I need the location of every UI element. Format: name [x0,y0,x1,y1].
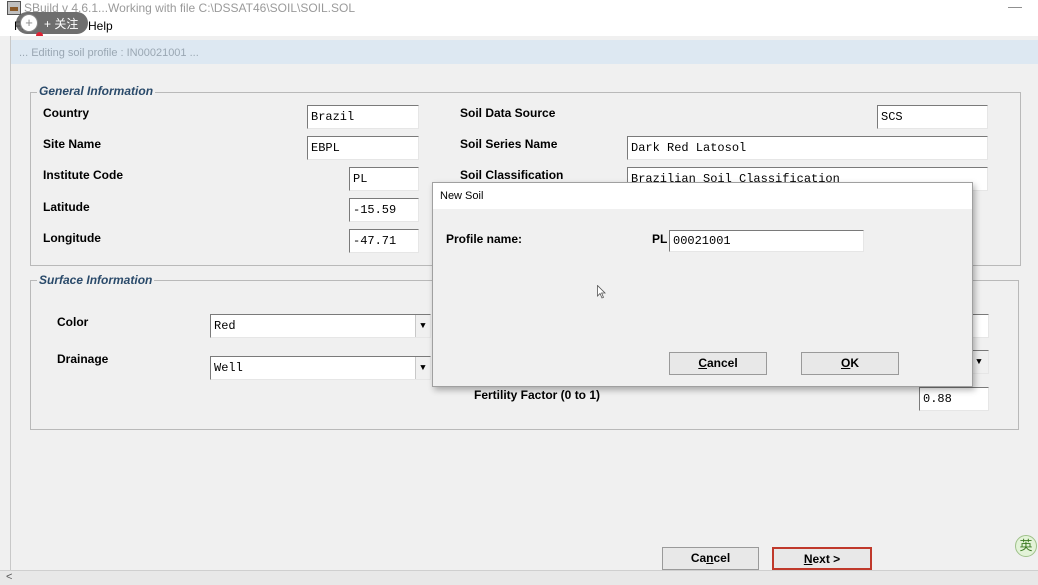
ime-language-icon[interactable]: 英 [1015,535,1037,557]
soil-classification-label: Soil Classification [460,168,564,182]
drainage-value: Well [214,361,243,375]
color-value: Red [214,319,236,333]
longitude-label: Longitude [43,231,101,245]
soil-series-name-field[interactable]: Dark Red Latosol [627,136,988,160]
soil-series-name-label: Soil Series Name [460,137,558,151]
fertility-factor-label: Fertility Factor (0 to 1) [474,388,601,402]
next-button[interactable]: Next > [772,547,872,570]
dialog-title: New Soil [440,190,484,202]
drainage-combo[interactable]: Well ▼ [210,356,431,380]
surface-information-legend: Surface Information [37,273,155,287]
color-label: Color [57,315,89,329]
mouse-cursor-icon [597,285,606,299]
dialog-title-bar [433,183,972,209]
institute-code-field[interactable]: PL [349,167,419,191]
latitude-label: Latitude [43,200,90,214]
editing-profile-header: ... Editing soil profile : IN00021001 ..… [19,47,199,59]
fertility-factor-field[interactable]: 0.88 [919,387,989,411]
drainage-label: Drainage [57,352,109,366]
dialog-cancel-button[interactable]: Cancel [669,352,767,375]
app-icon [7,1,21,15]
profile-prefix: PL [652,232,668,246]
new-soil-dialog: New Soil Profile name: PL 00021001 Cance… [432,182,973,387]
country-label: Country [43,106,89,120]
institute-code-label: Institute Code [43,168,123,182]
country-field[interactable]: Brazil [307,105,419,129]
longitude-field[interactable]: -47.71 [349,229,419,253]
profile-name-input[interactable]: 00021001 [669,230,864,252]
soil-data-source-field[interactable]: SCS [877,105,988,129]
site-name-label: Site Name [43,137,102,151]
color-combo[interactable]: Red ▼ [210,314,431,338]
profile-name-label: Profile name: [446,232,523,246]
chevron-down-icon[interactable]: ▼ [415,357,430,379]
cancel-button[interactable]: Cancel [662,547,759,570]
dialog-ok-button[interactable]: OK [801,352,899,375]
menu-bar [0,18,1038,36]
horizontal-scrollbar[interactable] [0,570,1038,585]
menu-help[interactable]: Help [88,19,113,33]
scroll-left-icon[interactable]: < [6,571,18,583]
general-information-legend: General Information [37,84,156,98]
minimize-button[interactable]: — [1000,0,1030,16]
latitude-field[interactable]: -15.59 [349,198,419,222]
soil-data-source-label: Soil Data Source [460,106,556,120]
plus-icon: + [20,14,38,32]
chevron-down-icon[interactable]: ▼ [415,315,430,337]
follow-overlay-label: + 关注 [44,17,79,31]
site-name-field[interactable]: EBPL [307,136,419,160]
